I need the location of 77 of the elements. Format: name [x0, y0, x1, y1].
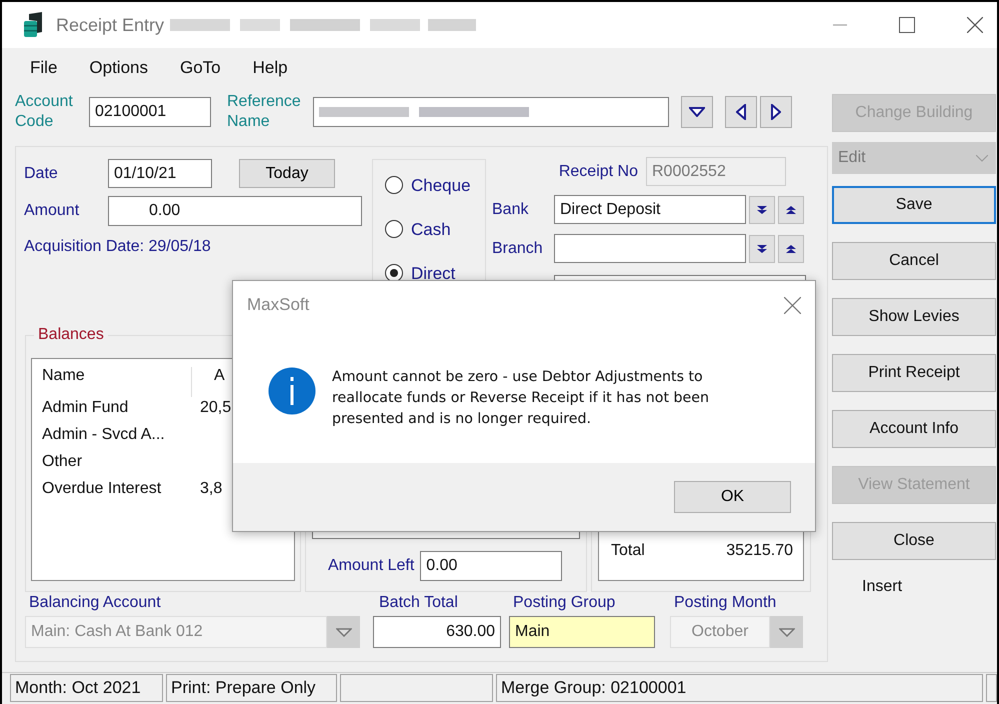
double-down-arrow-icon	[757, 206, 767, 214]
status-bar-section: Print: Prepare Only	[166, 674, 337, 702]
app-icon	[24, 12, 44, 38]
status-bar-section: Month: Oct 2021	[10, 674, 163, 702]
caret-icon	[778, 628, 794, 636]
table-cell-text: 3,8	[199, 480, 222, 499]
bank-field[interactable]: Direct Deposit	[554, 195, 746, 224]
maximize-icon[interactable]	[899, 17, 915, 33]
field-label: Receipt No	[558, 162, 638, 180]
menu-item[interactable]: Options	[89, 58, 148, 78]
close-icon[interactable]	[784, 296, 801, 314]
amount-field[interactable]: 0.00	[108, 196, 362, 226]
dialog-title: MaxSoft	[247, 295, 310, 315]
double-down-arrow-icon	[757, 244, 767, 252]
insert-mode-text: Insert	[862, 578, 904, 596]
field-label: Posting Month	[673, 594, 778, 612]
total-value: 35215.70	[726, 542, 793, 560]
column-header[interactable]: A	[192, 367, 225, 397]
batch-total-field[interactable]: 630.00	[373, 616, 501, 648]
left-arrow-icon	[736, 104, 746, 120]
scroll-up-button[interactable]	[778, 196, 804, 224]
table-cell-text: 20,5	[199, 399, 232, 418]
dropdown-button[interactable]	[681, 96, 713, 128]
field-label: Posting Group	[512, 594, 616, 612]
next-button[interactable]	[760, 96, 792, 128]
menu-item[interactable]: File	[30, 58, 58, 78]
amount-left-field[interactable]: 0.00	[420, 551, 562, 581]
ok-button[interactable]: OK	[674, 481, 791, 513]
table-cell-text: Other	[42, 453, 84, 472]
side-button[interactable]: Print Receipt	[832, 354, 996, 392]
side-button[interactable]: Close	[832, 522, 996, 560]
side-button[interactable]: Save	[832, 186, 996, 224]
status-bar-section: Merge Group: 02100001	[496, 674, 983, 702]
previous-button[interactable]	[725, 96, 757, 128]
branch-field[interactable]	[554, 234, 746, 263]
total-label: Total	[611, 542, 645, 560]
right-arrow-icon	[771, 104, 781, 120]
status-bar-section	[986, 674, 997, 702]
side-button[interactable]: Cancel	[832, 242, 996, 280]
table-cell-text: Admin Fund	[42, 399, 130, 418]
radio-button[interactable]: Cash	[385, 220, 485, 264]
date-field[interactable]: 01/10/21	[108, 159, 212, 188]
side-button[interactable]: Account Info	[832, 410, 996, 448]
table-cell-text: Overdue Interest	[42, 480, 162, 499]
chevron-down-icon	[976, 154, 988, 162]
posting-group-field[interactable]: Main	[509, 616, 655, 648]
receipt-no-field: R0002552	[646, 157, 786, 186]
side-button[interactable]: Show Levies	[832, 298, 996, 336]
field-label: Account Code	[15, 92, 74, 132]
column-header[interactable]: Name	[42, 367, 192, 397]
radio-button[interactable]: Cheque	[385, 176, 485, 220]
today-button[interactable]: Today	[239, 159, 335, 188]
field-label: Balancing Account	[28, 594, 162, 612]
double-up-arrow-icon	[786, 244, 796, 252]
field-label: Amount	[24, 202, 80, 220]
scroll-down-button[interactable]	[749, 234, 775, 262]
double-up-arrow-icon	[786, 206, 796, 214]
window-title: Receipt Entry	[56, 14, 164, 36]
scroll-down-button[interactable]	[749, 196, 775, 224]
info-icon	[268, 367, 316, 415]
close-icon[interactable]	[967, 17, 983, 33]
menu-item[interactable]: GoTo	[180, 58, 221, 78]
reference-name-field[interactable]	[313, 97, 669, 127]
caret-icon	[689, 107, 705, 117]
acquisition-date-text: Acquisition Date: 29/05/18	[24, 238, 212, 256]
field-label: Amount Left	[328, 557, 414, 575]
dialog-message: Amount cannot be zero - use Debtor Adjustments to reallocate funds or Reverse Receipt if it has not been presented and is no longer required.	[332, 368, 710, 429]
field-label: Batch Total	[378, 594, 459, 612]
caret-icon	[336, 628, 352, 636]
field-label: Branch	[492, 240, 544, 258]
field-label: Bank	[492, 200, 530, 218]
account-code-field[interactable]: 02100001	[89, 97, 211, 127]
field-label: Date	[24, 164, 59, 182]
scroll-up-button[interactable]	[778, 234, 804, 262]
table-cell-text: Admin - Svcd A...	[42, 426, 166, 445]
field-label: Reference Name	[227, 92, 302, 132]
menu-item[interactable]: Help	[252, 58, 288, 78]
